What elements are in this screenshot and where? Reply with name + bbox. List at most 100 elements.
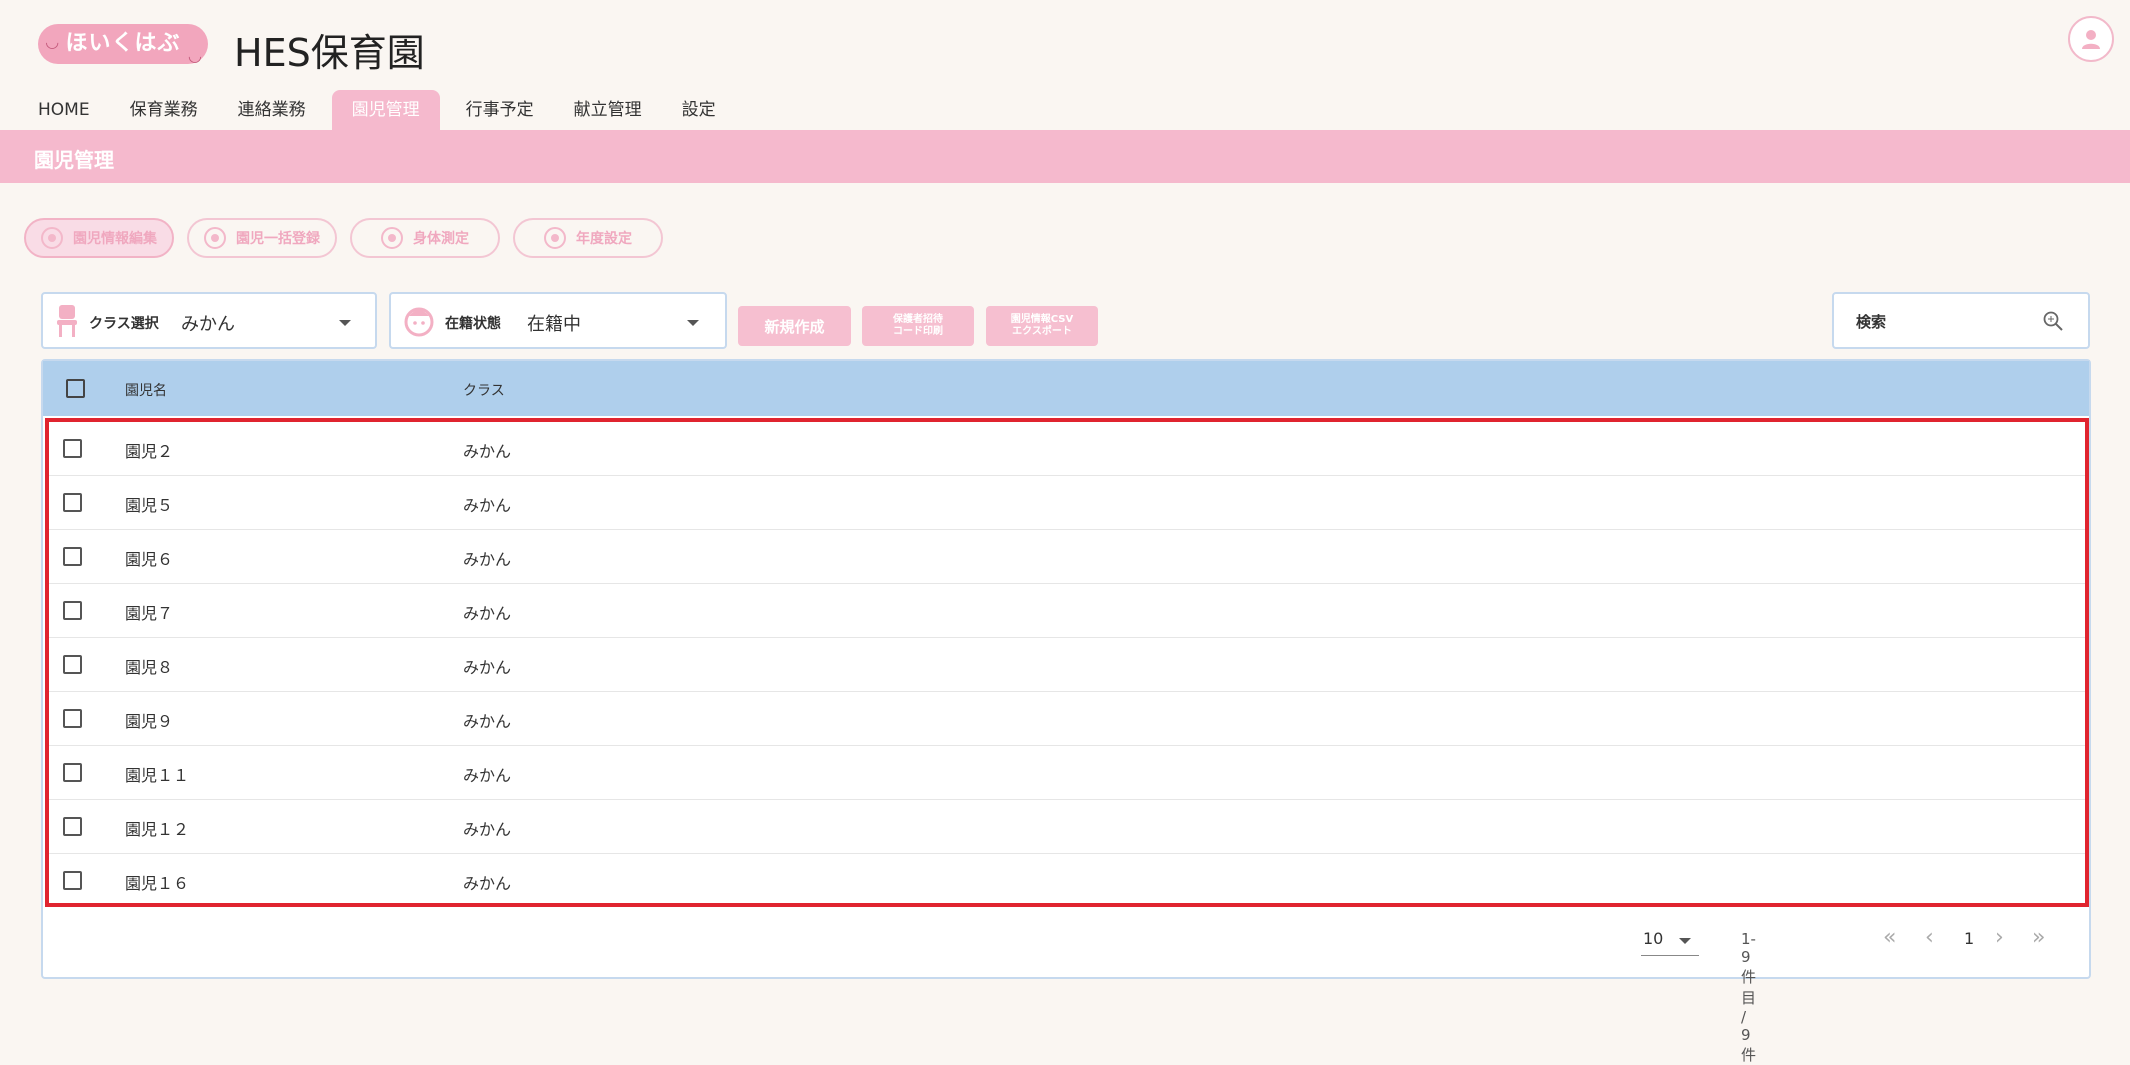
per-page-select[interactable]: 10 <box>1643 929 1663 948</box>
child-face-icon <box>404 307 434 337</box>
status-select-label: 在籍状態 <box>445 316 501 332</box>
body-measure-button[interactable]: 身体測定 <box>350 218 500 258</box>
chevron-down-icon <box>339 320 351 326</box>
row-checkbox[interactable] <box>63 547 82 566</box>
child-class: みかん <box>463 550 512 569</box>
child-name: 園児８ <box>125 658 174 677</box>
child-class: みかん <box>463 658 512 677</box>
page-title: 園児管理 <box>34 148 114 172</box>
select-all-checkbox[interactable] <box>66 379 85 398</box>
next-page-icon[interactable]: › <box>1995 925 2004 950</box>
child-class: みかん <box>463 874 512 893</box>
user-icon <box>2082 30 2100 49</box>
table-row[interactable]: 園児９ みかん <box>49 692 2085 746</box>
table-row[interactable]: 園児２ みかん <box>49 422 2085 476</box>
chevron-down-icon <box>687 320 699 326</box>
child-name: 園児９ <box>125 712 174 731</box>
tab-child-management[interactable]: 園児管理 <box>331 90 440 130</box>
row-checkbox[interactable] <box>63 601 82 620</box>
logo-text: ほいくはぶ <box>65 31 181 56</box>
column-header-class[interactable]: クラス <box>463 380 505 400</box>
table-row[interactable]: 園児５ みかん <box>49 476 2085 530</box>
child-name: 園児６ <box>125 550 174 569</box>
bulk-register-label: 園児一括登録 <box>236 231 320 247</box>
app-logo[interactable]: ◡ ほいくはぶ ◡ <box>38 24 208 65</box>
class-select-label: クラス選択 <box>89 316 159 332</box>
status-select[interactable]: 在籍状態 在籍中 <box>389 292 727 349</box>
column-header-name[interactable]: 園児名 <box>125 380 167 400</box>
row-checkbox[interactable] <box>63 871 82 890</box>
row-checkbox[interactable] <box>63 763 82 782</box>
row-checkbox[interactable] <box>63 655 82 674</box>
table-row[interactable]: 園児１６ みかん <box>49 854 2085 908</box>
measure-icon <box>381 227 403 249</box>
prev-page-icon[interactable]: ‹ <box>1925 925 1934 950</box>
chair-icon <box>57 305 77 337</box>
csv-export-line1: 園児情報CSV <box>1010 314 1074 325</box>
page-range: 1-9 件目 / 9件 <box>1741 930 1757 1064</box>
bulk-register-button[interactable]: 園児一括登録 <box>187 218 337 258</box>
child-name: 園児７ <box>125 604 174 623</box>
table-row[interactable]: 園児６ みかん <box>49 530 2085 584</box>
first-page-icon[interactable]: « <box>1883 925 1896 950</box>
year-setting-button[interactable]: 年度設定 <box>513 218 663 258</box>
child-name: 園児５ <box>125 496 174 515</box>
account-button[interactable] <box>2068 16 2114 62</box>
tab-childcare[interactable]: 保育業務 <box>116 90 212 130</box>
child-class: みかん <box>463 496 512 515</box>
class-select[interactable]: クラス選択 みかん <box>41 292 377 349</box>
status-select-value: 在籍中 <box>527 314 581 335</box>
child-face-icon <box>41 227 63 249</box>
tab-events[interactable]: 行事予定 <box>452 90 548 130</box>
child-class: みかん <box>463 604 512 623</box>
child-class: みかん <box>463 712 512 731</box>
tab-home[interactable]: HOME <box>24 90 104 130</box>
tab-contact[interactable]: 連絡業務 <box>224 90 320 130</box>
per-page-underline <box>1641 955 1699 956</box>
child-name: 園児２ <box>125 442 174 461</box>
main-nav: HOME 保育業務 連絡業務 園児管理 行事予定 献立管理 設定 <box>24 90 742 130</box>
csv-export-button[interactable]: 園児情報CSV エクスポート <box>986 306 1098 346</box>
csv-export-line2: エクスポート <box>1012 326 1072 337</box>
chevron-down-icon[interactable] <box>1679 938 1691 944</box>
smile-icon: ◡ <box>46 32 60 51</box>
row-checkbox[interactable] <box>63 493 82 512</box>
year-setting-label: 年度設定 <box>576 231 632 247</box>
print-invite-line1: 保護者招待 <box>893 314 943 325</box>
child-name: 園児１６ <box>125 874 190 893</box>
body-measure-label: 身体測定 <box>413 231 469 247</box>
star-icon <box>544 227 566 249</box>
sub-menu: 園児情報編集 園児一括登録 身体測定 年度設定 <box>24 218 676 258</box>
table-header: 園児名 クラス <box>43 361 2089 416</box>
last-page-icon[interactable]: » <box>2032 925 2045 950</box>
tab-settings[interactable]: 設定 <box>668 90 730 130</box>
new-create-button[interactable]: 新規作成 <box>738 306 851 346</box>
row-checkbox[interactable] <box>63 709 82 728</box>
search-input[interactable] <box>1856 310 2036 334</box>
child-class: みかん <box>463 820 512 839</box>
child-info-edit-label: 園児情報編集 <box>73 231 157 247</box>
row-checkbox[interactable] <box>63 439 82 458</box>
smile-icon: ◡ <box>188 46 202 65</box>
search-icon[interactable] <box>2042 310 2064 332</box>
app-header: ◡ ほいくはぶ ◡ HES保育園 <box>0 0 2130 90</box>
table-row[interactable]: 園児１２ みかん <box>49 800 2085 854</box>
tab-menu[interactable]: 献立管理 <box>560 90 656 130</box>
table-body: 園児２ みかん 園児５ みかん 園児６ みかん 園児７ みかん 園児８ みかん … <box>45 418 2089 907</box>
child-class: みかん <box>463 442 512 461</box>
search-box <box>1832 292 2090 349</box>
section-bar: 園児管理 <box>0 130 2130 183</box>
children-table: 園児名 クラス 園児２ みかん 園児５ みかん 園児６ みかん 園児７ みかん … <box>41 359 2091 1064</box>
table-row[interactable]: 園児１１ みかん <box>49 746 2085 800</box>
table-row[interactable]: 園児７ みかん <box>49 584 2085 638</box>
table-row[interactable]: 園児８ みかん <box>49 638 2085 692</box>
print-invite-code-button[interactable]: 保護者招待 コード印刷 <box>862 306 974 346</box>
child-name: 園児１２ <box>125 820 190 839</box>
child-name: 園児１１ <box>125 766 190 785</box>
group-icon <box>204 227 226 249</box>
org-name: HES保育園 <box>234 31 425 75</box>
print-invite-line2: コード印刷 <box>893 326 943 337</box>
class-select-value: みかん <box>181 314 235 335</box>
row-checkbox[interactable] <box>63 817 82 836</box>
child-info-edit-button[interactable]: 園児情報編集 <box>24 218 174 258</box>
